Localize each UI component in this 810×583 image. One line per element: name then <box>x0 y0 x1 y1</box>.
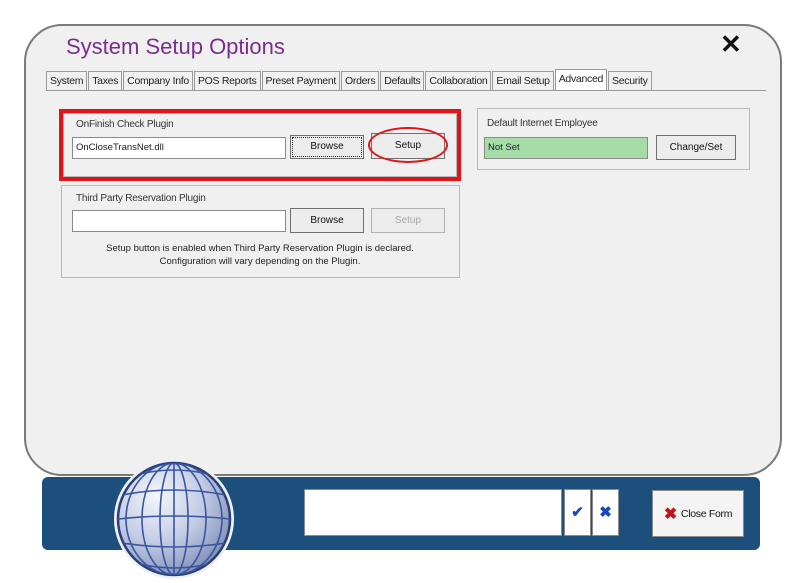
x-icon[interactable]: ✖ <box>592 489 619 536</box>
tab-preset-payment[interactable]: Preset Payment <box>261 71 340 91</box>
tab-advanced[interactable]: Advanced <box>554 69 608 91</box>
window-title: System Setup Options <box>66 34 285 59</box>
internet-employee-field: Not Set <box>484 137 648 159</box>
tab-strip: System Taxes Company Info POS Reports Pr… <box>46 69 653 91</box>
tab-security[interactable]: Security <box>608 71 652 91</box>
command-input[interactable] <box>304 489 562 536</box>
tab-defaults[interactable]: Defaults <box>380 71 425 91</box>
thirdparty-plugin-field[interactable] <box>72 210 286 232</box>
tab-pos-reports[interactable]: POS Reports <box>193 71 261 91</box>
close-form-button[interactable]: ✖ Close Form <box>652 490 744 537</box>
close-form-icon: ✖ <box>663 505 677 523</box>
thirdparty-plugin-label: Third Party Reservation Plugin <box>76 193 206 204</box>
thirdparty-help-text: Setup button is enabled when Third Party… <box>70 242 450 268</box>
change-set-button[interactable]: Change/Set <box>656 135 736 160</box>
tab-collaboration[interactable]: Collaboration <box>425 71 492 91</box>
tab-email-setup[interactable]: Email Setup <box>492 71 554 91</box>
tab-orders[interactable]: Orders <box>341 71 380 91</box>
globe-logo-icon <box>114 459 234 579</box>
tab-taxes[interactable]: Taxes <box>88 71 123 91</box>
thirdparty-browse-button[interactable]: Browse <box>290 208 364 233</box>
help-line-1: Setup button is enabled when Third Party… <box>106 243 414 254</box>
check-icon[interactable]: ✔ <box>564 489 591 536</box>
tab-system[interactable]: System <box>46 71 88 91</box>
thirdparty-setup-button[interactable]: Setup <box>371 208 445 233</box>
close-form-label: Close Form <box>680 507 733 520</box>
close-icon[interactable]: ✕ <box>720 30 742 58</box>
internet-employee-label: Default Internet Employee <box>487 118 598 129</box>
tab-company-info[interactable]: Company Info <box>123 71 193 91</box>
highlight-ellipse <box>368 127 448 163</box>
help-line-2: Configuration will vary depending on the… <box>159 256 361 267</box>
